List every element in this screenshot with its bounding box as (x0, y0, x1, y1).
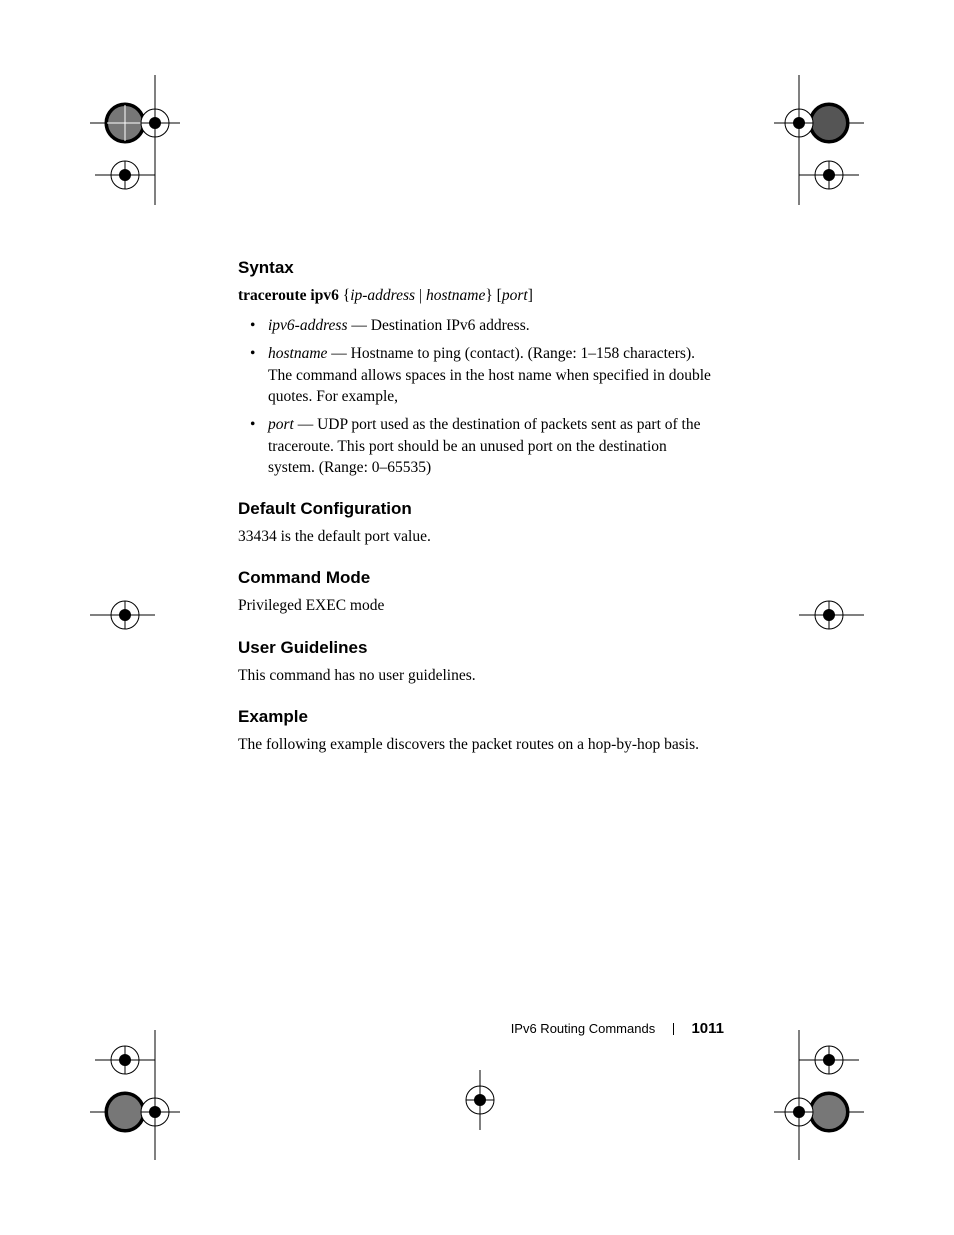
heading-syntax: Syntax (238, 258, 716, 278)
param-term: port (268, 416, 294, 433)
text-default-configuration: 33434 is the default port value. (238, 525, 716, 548)
text-command-mode: Privileged EXEC mode (238, 594, 716, 617)
crop-mark-bottom-center (440, 1060, 520, 1140)
syntax-arg-port: port (502, 287, 528, 304)
crop-mark-bottom-right (774, 1030, 894, 1160)
syntax-arg-ipaddress: ip-address (350, 287, 415, 304)
syntax-brace-close: } [ (485, 287, 501, 304)
param-desc: — UDP port used as the destination of pa… (268, 416, 700, 476)
footer-section-name: IPv6 Routing Commands (511, 1021, 656, 1036)
syntax-arg-hostname: hostname (426, 287, 485, 304)
syntax-command: traceroute ipv6 (238, 287, 339, 304)
document-content: Syntax traceroute ipv6 {ip-address | hos… (238, 258, 716, 762)
parameter-list: ipv6-address — Destination IPv6 address.… (238, 315, 716, 479)
param-desc: — Hostname to ping (contact). (Range: 1–… (268, 345, 711, 405)
text-example: The following example discovers the pack… (238, 733, 716, 756)
param-term: ipv6-address (268, 317, 348, 334)
syntax-bracket-close: ] (528, 287, 533, 304)
crop-mark-mid-right (794, 585, 894, 645)
crop-mark-mid-left (60, 585, 160, 645)
param-hostname: hostname — Hostname to ping (contact). (… (238, 343, 716, 408)
heading-default-configuration: Default Configuration (238, 499, 716, 519)
param-term: hostname (268, 345, 327, 362)
param-desc: — Destination IPv6 address. (348, 317, 530, 334)
syntax-line: traceroute ipv6 {ip-address | hostname} … (238, 284, 716, 307)
text-user-guidelines: This command has no user guidelines. (238, 664, 716, 687)
page: Syntax traceroute ipv6 {ip-address | hos… (0, 0, 954, 1235)
footer-separator (673, 1023, 674, 1035)
syntax-pipe: | (415, 287, 426, 304)
footer-page-number: 1011 (691, 1020, 724, 1037)
heading-command-mode: Command Mode (238, 568, 716, 588)
crop-mark-bottom-left (60, 1030, 180, 1160)
crop-mark-top-left (60, 75, 180, 205)
page-footer: IPv6 Routing Commands 1011 (511, 1020, 724, 1037)
heading-example: Example (238, 707, 716, 727)
param-ipv6-address: ipv6-address — Destination IPv6 address. (238, 315, 716, 337)
param-port: port — UDP port used as the destination … (238, 414, 716, 479)
heading-user-guidelines: User Guidelines (238, 638, 716, 658)
crop-mark-top-right (774, 75, 894, 205)
